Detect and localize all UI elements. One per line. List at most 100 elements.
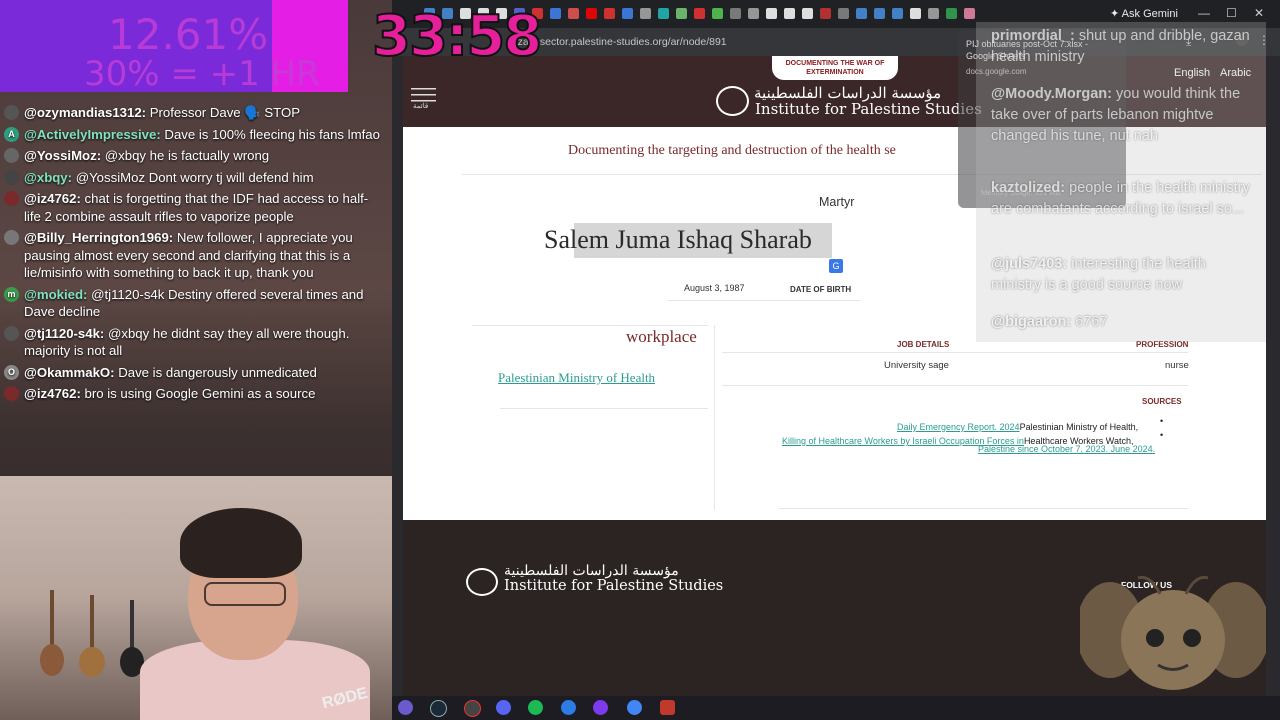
- martyr-name[interactable]: Salem Juma Ishaq Sharab: [544, 225, 812, 255]
- overlay-chat-username: @juls7403:: [991, 256, 1068, 272]
- tab-favicon-icon[interactable]: [784, 8, 795, 19]
- gemini-icon: ✦: [1110, 8, 1122, 20]
- chat-message: @ozymandias1312: Professor Dave 🗣️ STOP: [0, 102, 392, 124]
- close-window-icon[interactable]: ✕: [1254, 6, 1264, 20]
- moth-mascot: [1080, 575, 1266, 690]
- tab-favicon-icon[interactable]: [910, 8, 921, 19]
- live-chat: @ozymandias1312: Professor Dave 🗣️ STOP A…: [0, 102, 392, 405]
- tab-favicon-icon[interactable]: [730, 8, 741, 19]
- obsidian-icon[interactable]: [593, 700, 608, 715]
- job-details-label: JOB DETAILS: [897, 340, 950, 349]
- date-of-birth-label: DATE OF BIRTH: [790, 285, 852, 294]
- steam-icon[interactable]: [430, 700, 447, 717]
- tab-favicon-icon[interactable]: [658, 8, 669, 19]
- chat-username[interactable]: @mokied:: [24, 287, 87, 302]
- chat-message: m @mokied: @tj1120-s4k Destiny offered se…: [0, 284, 392, 323]
- date-of-birth-value: August 3, 1987: [684, 283, 745, 293]
- overlay-chat-message: kaztolized: people in the health ministr…: [991, 178, 1259, 220]
- divider: [722, 352, 1188, 353]
- chat-username[interactable]: @ozymandias1312:: [24, 105, 146, 120]
- spotify-icon[interactable]: [528, 700, 543, 715]
- chrome-icon[interactable]: [627, 700, 642, 715]
- chat-username[interactable]: @xbqy:: [24, 170, 72, 185]
- overlay-chat-message: @Moody.Morgan: you would think the take …: [991, 84, 1259, 147]
- tab-favicon-icon[interactable]: [856, 8, 867, 19]
- tab-favicon-icon[interactable]: [874, 8, 885, 19]
- page-subtitle: Documenting the targeting and destructio…: [568, 143, 896, 158]
- overlay-chat-username: kaztolized:: [991, 180, 1066, 196]
- minimize-icon[interactable]: —: [1198, 6, 1210, 20]
- divider: [722, 385, 1188, 386]
- app-icon[interactable]: [660, 700, 675, 715]
- tab-favicon-icon[interactable]: [640, 8, 651, 19]
- tab-favicon-icon[interactable]: [802, 8, 813, 19]
- tab-favicon-icon[interactable]: [946, 8, 957, 19]
- chat-username[interactable]: @OkammakO:: [24, 365, 115, 380]
- taskbar: [392, 696, 1280, 720]
- goal-bonus: 30% = +1 HR: [84, 54, 320, 94]
- martyr-label: Martyr: [819, 195, 855, 209]
- glasses: [204, 582, 286, 606]
- ask-gemini-button[interactable]: ✦ Ask Gemini: [1104, 5, 1184, 23]
- chat-avatar: O: [4, 364, 19, 380]
- tab-favicon-icon[interactable]: [820, 8, 831, 19]
- source-2-link-cont[interactable]: Palestine since October 7, 2023. June 20…: [978, 444, 1155, 454]
- overlay-chat-message: primordial_: shut up and dribble, gazan …: [991, 26, 1259, 68]
- chat-message: @iz4762: chat is forgetting that the IDF…: [0, 188, 392, 227]
- chat-username[interactable]: @YossiMoz:: [24, 148, 101, 163]
- tab-favicon-icon[interactable]: [838, 8, 849, 19]
- logo-english-text[interactable]: Institute for Palestine Studies: [755, 100, 982, 118]
- tab-favicon-icon[interactable]: [694, 8, 705, 19]
- divider: [500, 408, 708, 409]
- obs-icon[interactable]: [464, 700, 481, 717]
- tab-favicon-icon[interactable]: [964, 8, 975, 19]
- tab-favicon-icon[interactable]: [676, 8, 687, 19]
- tab-favicon-icon[interactable]: [892, 8, 903, 19]
- stream-timer: 33:58: [371, 3, 543, 70]
- footer-logo-english[interactable]: Institute for Palestine Studies: [504, 578, 723, 594]
- tab-favicon-icon[interactable]: [712, 8, 723, 19]
- chat-text: Professor Dave 🗣️ STOP: [146, 105, 301, 120]
- tab-favicon-icon[interactable]: [622, 8, 633, 19]
- chat-text: Dave is dangerously unmedicated: [114, 364, 317, 380]
- app-icon[interactable]: [561, 700, 576, 715]
- translate-icon[interactable]: G: [829, 259, 843, 273]
- divider: [668, 300, 860, 301]
- workplace-link[interactable]: Palestinian Ministry of Health: [498, 370, 655, 386]
- chat-avatar: [4, 230, 19, 245]
- chat-username[interactable]: @iz4762:: [24, 191, 81, 206]
- footer-logo-arabic[interactable]: مؤسسة الدراسات الفلسطينية: [504, 563, 679, 579]
- chat-username[interactable]: @Billy_Herrington1969:: [24, 230, 173, 245]
- discord-icon[interactable]: [496, 700, 511, 715]
- proton-vpn-icon[interactable]: [398, 700, 413, 715]
- job-details-value: University sage: [884, 360, 949, 371]
- maximize-icon[interactable]: ☐: [1226, 6, 1237, 20]
- overlay-chat-username: @bigaaron:: [991, 314, 1072, 330]
- war-documentation-badge[interactable]: DOCUMENTING THE WAR OF EXTERMINATION: [772, 56, 898, 80]
- chat-message: @tj1120-s4k: @xbqy he didnt say they all…: [0, 323, 392, 362]
- chat-username[interactable]: @iz4762:: [24, 386, 81, 401]
- menu-label: قائمة: [413, 103, 429, 110]
- chat-username[interactable]: @ActivelyImpressive:: [24, 127, 161, 142]
- bullet-icon: •: [1160, 416, 1164, 426]
- chat-avatar: [4, 325, 19, 341]
- tab-favicon-icon[interactable]: [766, 8, 777, 19]
- tab-favicon-icon[interactable]: [568, 8, 579, 19]
- chat-message: @iz4762: bro is using Google Gemini as a…: [0, 383, 392, 405]
- footer-logo-icon[interactable]: [466, 568, 498, 596]
- chat-avatar: [4, 105, 19, 120]
- tab-favicon-icon[interactable]: [928, 8, 939, 19]
- chat-message: @xbqy: @YossiMoz Dont worry tj will defe…: [0, 167, 392, 189]
- goal-percent: 12.61%: [108, 10, 269, 59]
- tab-favicon-icon[interactable]: [586, 8, 597, 19]
- chat-username[interactable]: @tj1120-s4k:: [24, 326, 104, 341]
- tab-favicon-icon[interactable]: [550, 8, 561, 19]
- chat-message: O @OkammakO: Dave is dangerously unmedica…: [0, 362, 392, 384]
- ips-logo-icon[interactable]: [716, 86, 749, 116]
- chat-text: @xbqy he is factually wrong: [101, 148, 270, 163]
- tab-favicon-icon[interactable]: [604, 8, 615, 19]
- ask-gemini-label: Ask Gemini: [1121, 8, 1178, 20]
- bullet-icon: •: [1160, 430, 1164, 440]
- tab-favicon-icon[interactable]: [748, 8, 759, 19]
- chat-text: bro is using Google Gemini as a source: [80, 386, 316, 401]
